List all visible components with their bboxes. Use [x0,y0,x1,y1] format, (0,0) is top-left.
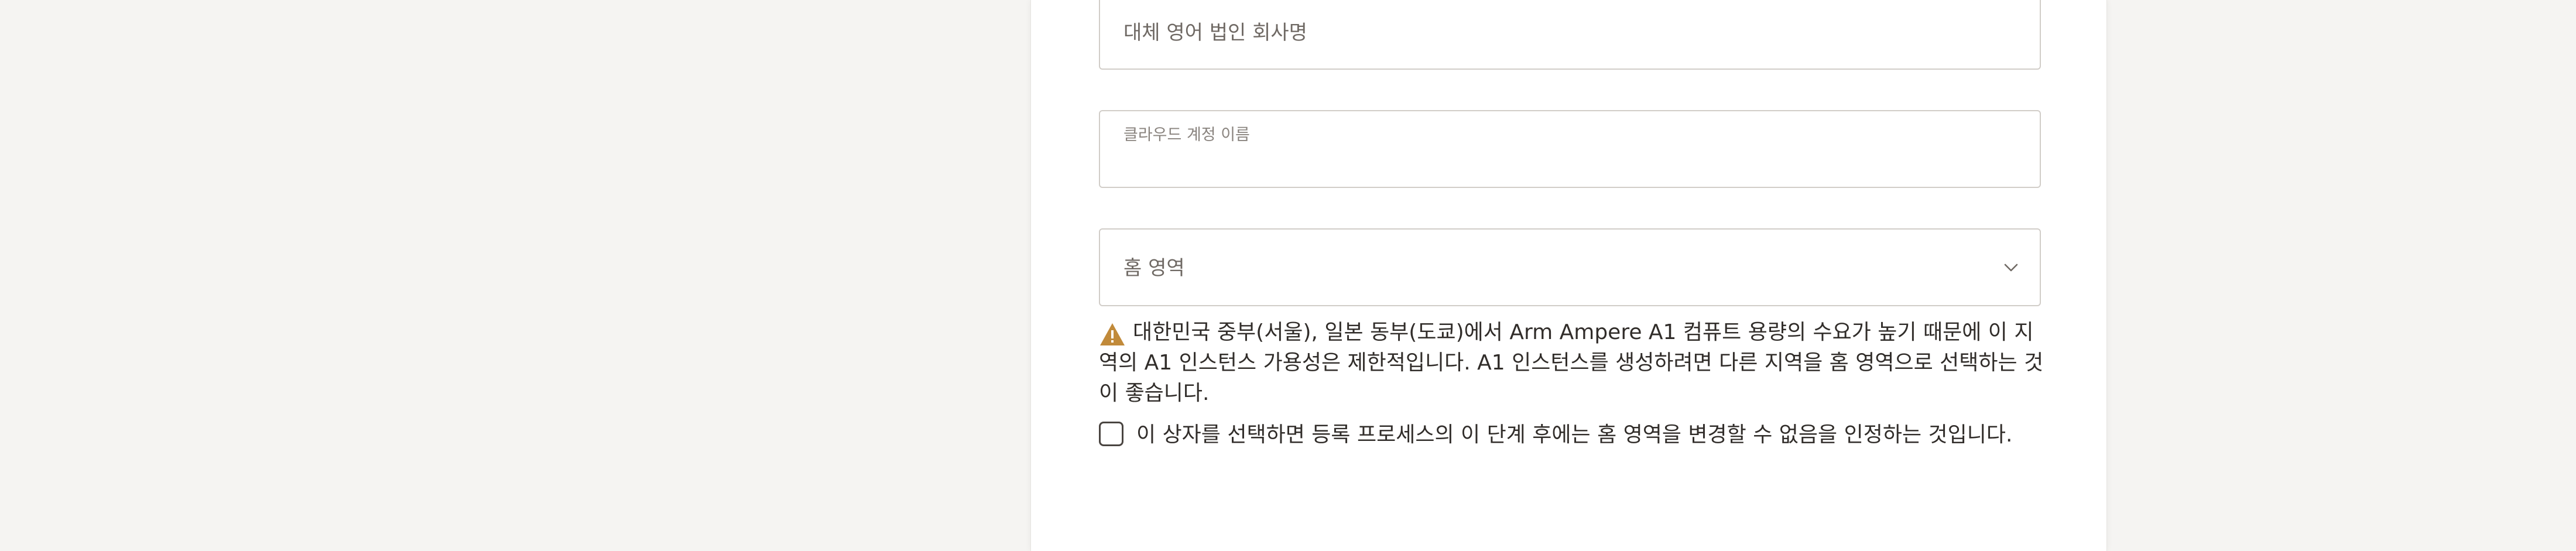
cloud-account-name-field[interactable]: 클라우드 계정 이름 [1099,110,2041,188]
acknowledge-text[interactable]: 이 상자를 선택하면 등록 프로세스의 이 단계 후에는 홈 영역을 변경할 수… [1136,420,2047,450]
alt-company-name-field[interactable]: 대체 영어 법인 회사명 [1099,0,2041,70]
signup-form-card: 대체 영어 법인 회사명 클라우드 계정 이름 홈 영역 대한민국 중부(서울)… [1030,0,2107,551]
warning-text: 대한민국 중부(서울), 일본 동부(도쿄)에서 Arm Ampere A1 컴… [1099,320,2044,405]
home-region-select[interactable]: 홈 영역 [1099,228,2041,306]
acknowledge-checkbox[interactable] [1099,422,1123,446]
chevron-down-icon [2004,263,2018,272]
alt-company-name-placeholder: 대체 영어 법인 회사명 [1123,21,1307,45]
acknowledge-row: 이 상자를 선택하면 등록 프로세스의 이 단계 후에는 홈 영역을 변경할 수… [1099,420,2047,450]
warning-triangle-icon [1100,323,1125,345]
home-region-placeholder: 홈 영역 [1123,256,1185,280]
cloud-account-name-label: 클라우드 계정 이름 [1123,126,1250,144]
region-warning: 대한민국 중부(서울), 일본 동부(도쿄)에서 Arm Ampere A1 컴… [1099,317,2047,409]
